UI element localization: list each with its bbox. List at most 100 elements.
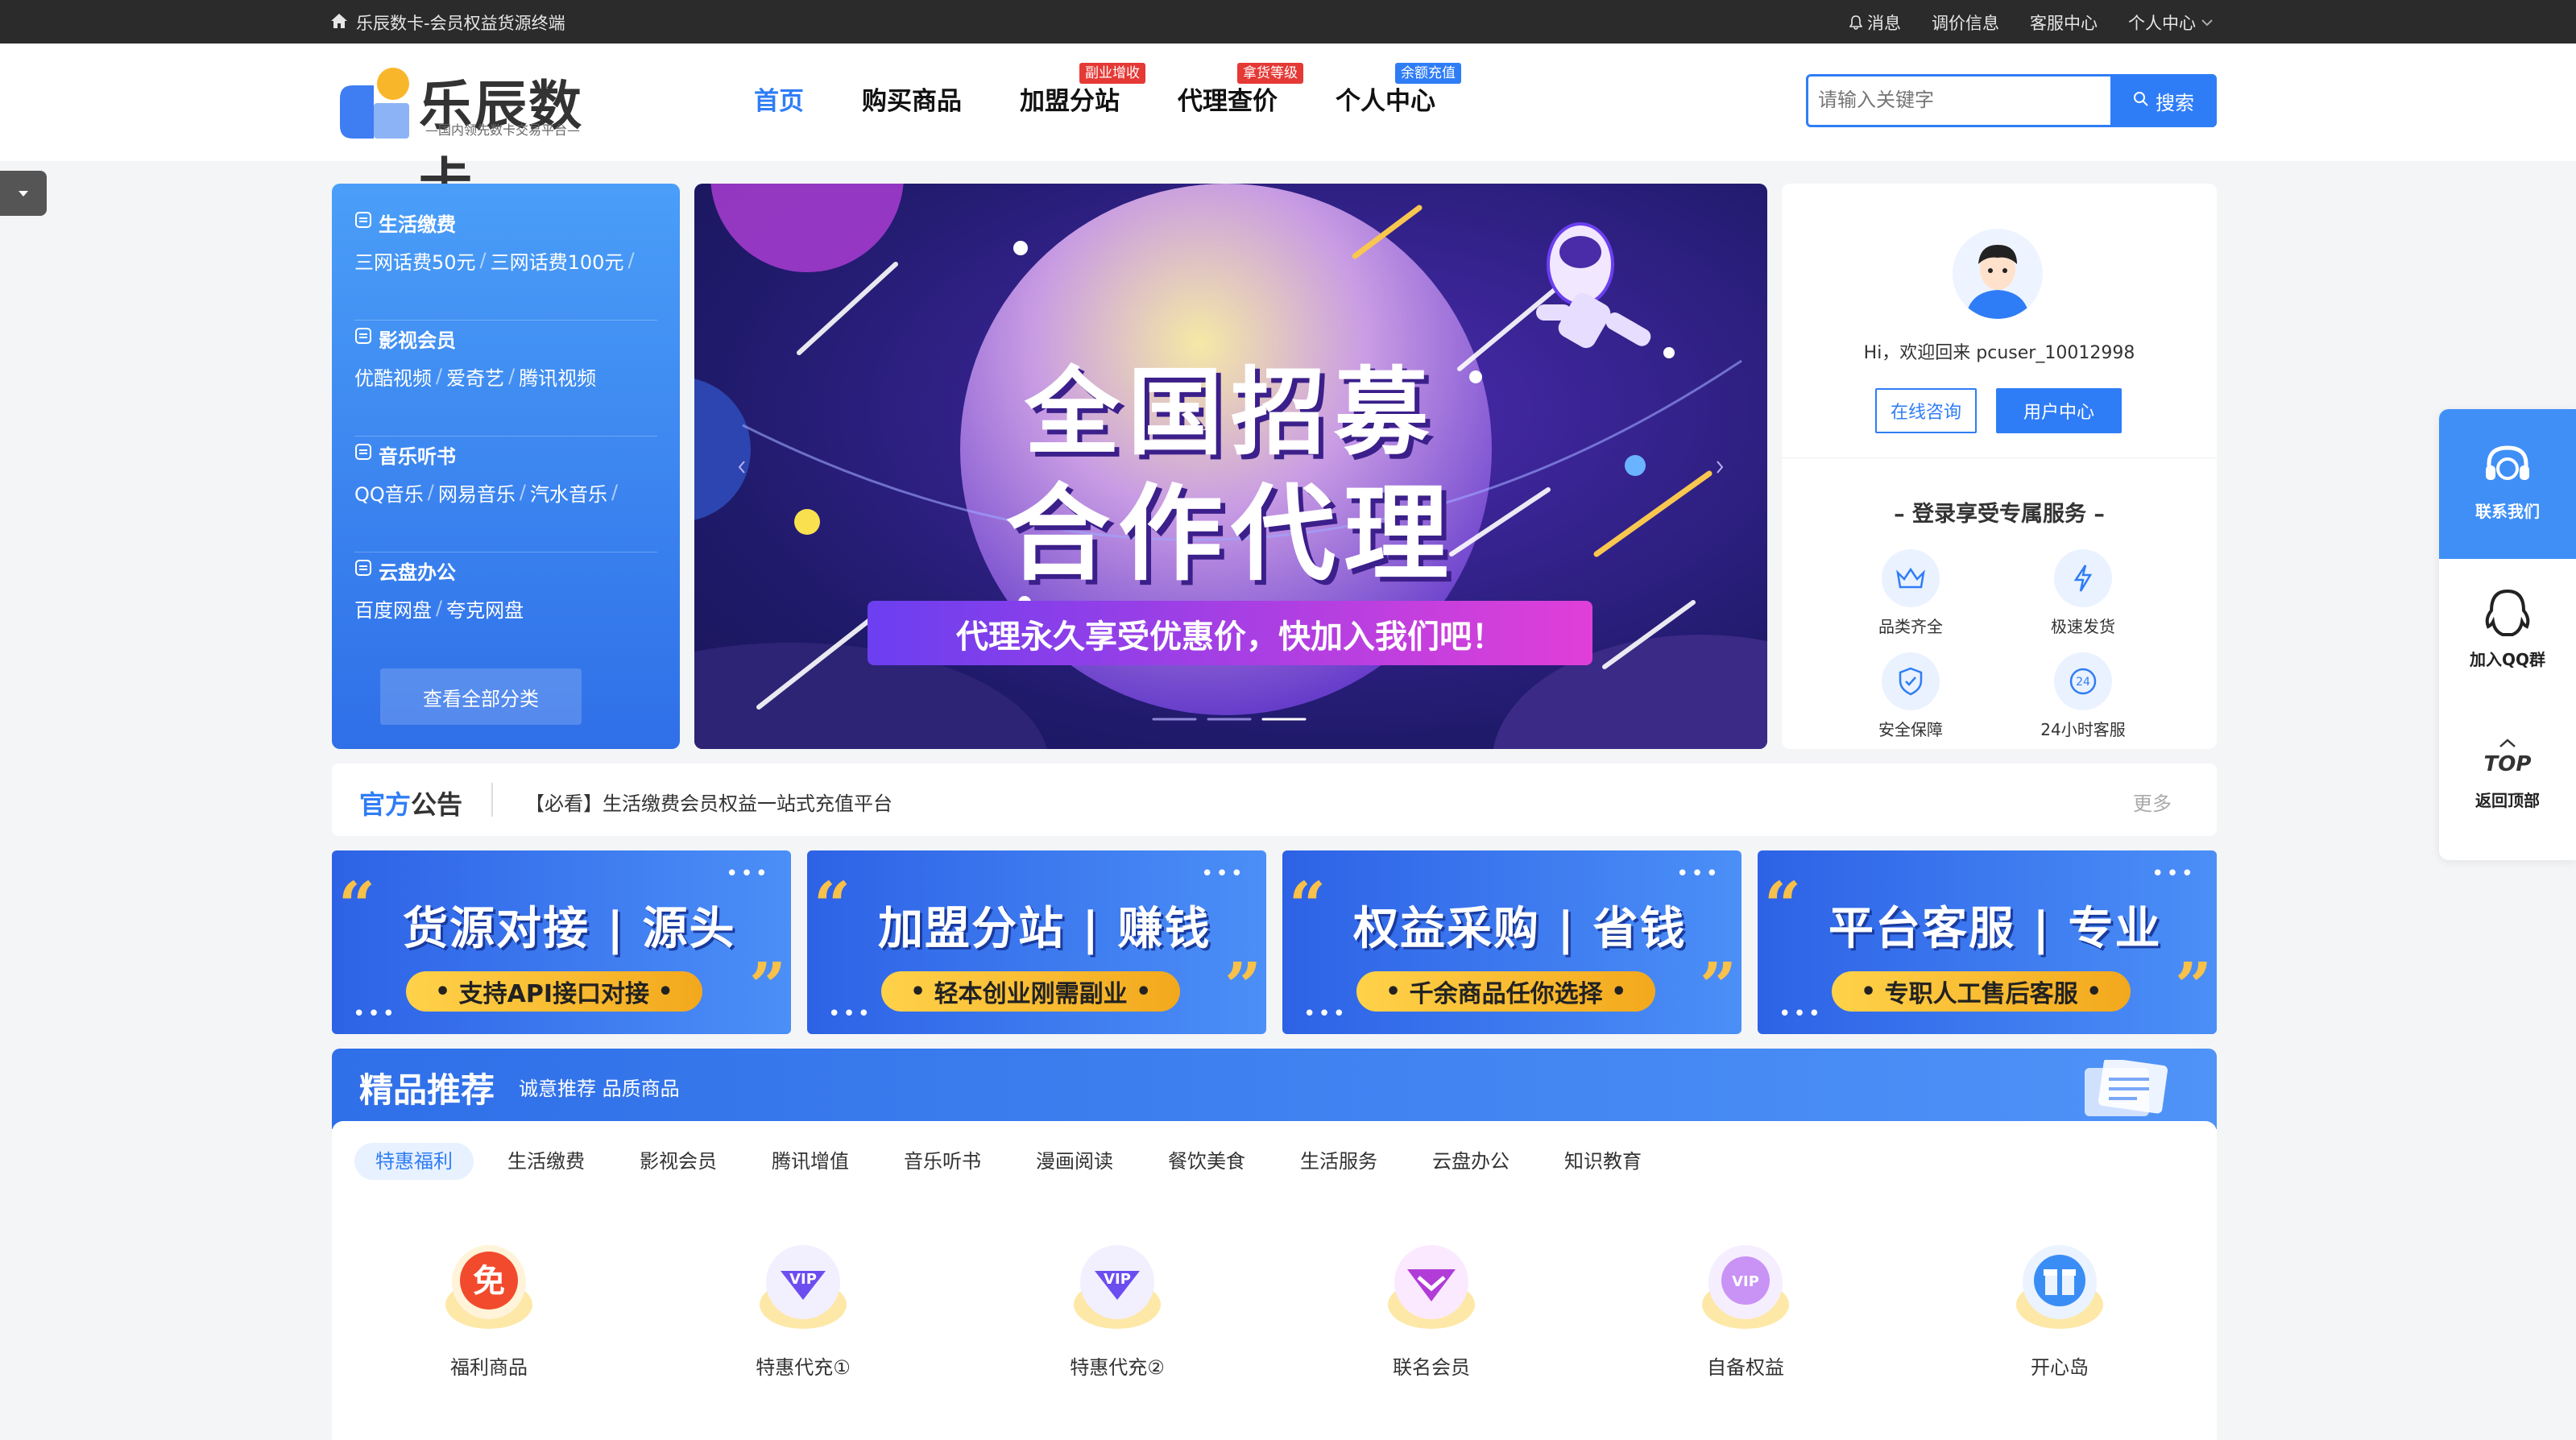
diamond-icon (1388, 1245, 1475, 1329)
product-item[interactable]: 联名会员 (1274, 1239, 1588, 1380)
category-link[interactable]: 三网话费100元 (491, 246, 624, 275)
price-adjust-link[interactable]: 调价信息 (1932, 10, 1999, 35)
nav-badge: 余额充值 (1395, 63, 1461, 84)
promo-heading: 加盟分站 | 赚钱 (878, 903, 1211, 955)
divider (491, 783, 493, 817)
category-title[interactable]: 生活缴费 (354, 205, 657, 240)
product-item[interactable]: 开心岛 (1903, 1239, 2217, 1380)
personal-center-link[interactable]: 个人中心 (2128, 10, 2214, 35)
promo-pill: • 专职人工售后客服 • (1832, 971, 2131, 1012)
main-nav: 首页 购买商品 加盟分站 副业增收 代理查价 拿货等级 个人中心 余额充值 (725, 63, 1464, 119)
nav-personal[interactable]: 个人中心 余额充值 (1307, 63, 1464, 119)
promo-card[interactable]: ••• ••• “” 加盟分站 | 赚钱 • 轻本创业刚需副业 • (807, 850, 1266, 1034)
banner-headline-2: 合作代理 (1004, 473, 1456, 595)
tab-tencent[interactable]: 腾讯增值 (751, 1143, 870, 1180)
feature-item: 安全保障 (1854, 652, 1967, 740)
nav-agent-price[interactable]: 代理查价 拿货等级 (1149, 63, 1307, 119)
astronaut-icon (1536, 222, 1651, 349)
quote-icon: “ (814, 867, 851, 943)
category-panel: 生活缴费 三网话费50元 / 三网话费100元 / 影视会员 优酷视频 / 爱奇艺 / … (332, 184, 680, 749)
promo-card[interactable]: ••• ••• “” 平台客服 | 专业 • 专职人工售后客服 • (1758, 850, 2217, 1034)
search-icon (2133, 89, 2149, 112)
qq-icon (2439, 559, 2576, 647)
list-icon (354, 443, 372, 466)
notice-text[interactable]: 【必看】生活缴费会员权益一站式充值平台 (525, 788, 892, 816)
category-link[interactable]: 夸克网盘 (446, 594, 524, 623)
product-item[interactable]: VIP 特惠代充① (646, 1239, 960, 1380)
category-link[interactable]: 汽水音乐 (530, 478, 607, 507)
join-qq-group-button[interactable]: 加入QQ群 (2439, 559, 2576, 709)
promo-pill: • 支持API接口对接 • (406, 971, 702, 1012)
quote-icon: “ (338, 867, 376, 943)
tab-life-service[interactable]: 生活服务 (1279, 1143, 1398, 1180)
svg-text:24: 24 (2076, 676, 2090, 689)
category-link[interactable]: 网易音乐 (438, 478, 516, 507)
banner-carousel[interactable]: 全国招募 合作代理 代理永久享受优惠价，快加入我们吧！ (694, 184, 1767, 749)
category-title[interactable]: 影视会员 (354, 321, 657, 356)
promo-heading: 权益采购 | 省钱 (1353, 903, 1687, 955)
tab-music[interactable]: 音乐听书 (883, 1143, 1002, 1180)
avatar[interactable] (1953, 229, 2043, 319)
top-links: 消息 调价信息 客服中心 个人中心 (1849, 10, 2214, 35)
promo-card[interactable]: ••• ••• “” 权益采购 | 省钱 • 千余商品任你选择 • (1282, 850, 1741, 1034)
gift-icon (2016, 1245, 2103, 1329)
caret-down-icon (17, 185, 30, 202)
nav-home[interactable]: 首页 (725, 84, 833, 119)
logo[interactable]: 乐辰数卡 —国内领先数卡交易平台— (337, 64, 627, 214)
feature-item: 极速发货 (2027, 549, 2139, 637)
notice-more-link[interactable]: 更多 (2133, 788, 2172, 816)
side-toggle-tab[interactable] (0, 171, 47, 216)
vip-icon: VIP (760, 1245, 847, 1329)
feature-item: 品类齐全 (1854, 549, 1967, 637)
category-title[interactable]: 云盘办公 (354, 552, 657, 588)
home-icon[interactable] (330, 13, 348, 33)
category-link[interactable]: 百度网盘 (354, 594, 432, 623)
product-item[interactable]: VIP 特惠代充② (960, 1239, 1274, 1380)
category-items: QQ音乐 / 网易音乐 / 汽水音乐 / (354, 472, 657, 512)
logo-slogan: —国内领先数卡交易平台— (425, 122, 581, 138)
svg-text:VIP: VIP (789, 1271, 817, 1288)
promo-pill: • 千余商品任你选择 • (1356, 971, 1656, 1012)
site-title-area: 乐辰数卡-会员权益货源终端 (330, 10, 565, 35)
tab-video[interactable]: 影视会员 (619, 1143, 738, 1180)
search-box: 搜索 (1806, 74, 2217, 127)
tab-food[interactable]: 餐饮美食 (1147, 1143, 1266, 1180)
tab-education[interactable]: 知识教育 (1543, 1143, 1663, 1180)
category-link[interactable]: 三网话费50元 (354, 246, 476, 275)
view-all-categories-button[interactable]: 查看全部分类 (380, 668, 582, 725)
quote-icon: ” (748, 948, 786, 1024)
tab-special[interactable]: 特惠福利 (354, 1143, 474, 1180)
product-item[interactable]: 免 福利商品 (332, 1239, 646, 1380)
back-to-top-button[interactable]: TOP 返回顶部 (2439, 709, 2576, 860)
banner-cta[interactable]: 代理永久享受优惠价，快加入我们吧！ (868, 610, 1592, 657)
category-link[interactable]: QQ音乐 (354, 478, 424, 507)
promo-card[interactable]: ••• ••• “” 货源对接 | 源头 • 支持API接口对接 • (332, 850, 791, 1034)
vip-icon: VIP (1702, 1245, 1789, 1329)
nav-franchise[interactable]: 加盟分站 副业增收 (991, 63, 1149, 119)
tab-comic[interactable]: 漫画阅读 (1015, 1143, 1134, 1180)
category-link[interactable]: 腾讯视频 (519, 362, 596, 391)
user-center-button[interactable]: 用户中心 (1996, 388, 2122, 433)
contact-us-button[interactable]: 联系我们 (2439, 409, 2576, 559)
search-button[interactable]: 搜索 (2110, 74, 2217, 127)
category-group: 生活缴费 三网话费50元 / 三网话费100元 / (354, 205, 657, 321)
tab-life-pay[interactable]: 生活缴费 (487, 1143, 606, 1180)
search-input[interactable] (1818, 83, 2100, 118)
nav-buy[interactable]: 购买商品 (833, 84, 991, 119)
messages-link[interactable]: 消息 (1849, 10, 1901, 35)
quote-icon: ” (1699, 948, 1737, 1024)
shield-icon (1882, 652, 1940, 710)
category-link[interactable]: 爱奇艺 (446, 362, 504, 391)
service-center-link[interactable]: 客服中心 (2030, 10, 2098, 35)
login-benefits-title: – 登录享受专属服务 – (1894, 502, 2105, 527)
recommend-title: 精品推荐 (359, 1070, 495, 1110)
tab-cloud[interactable]: 云盘办公 (1411, 1143, 1530, 1180)
category-link[interactable]: 优酷视频 (354, 362, 432, 391)
product-item[interactable]: VIP 自备权益 (1588, 1239, 1903, 1380)
category-title[interactable]: 音乐听书 (354, 437, 657, 472)
online-consult-button[interactable]: 在线咨询 (1875, 388, 1977, 433)
notice-bar: 官方公告 【必看】生活缴费会员权益一站式充值平台 更多 (332, 763, 2217, 836)
nav-badge: 拿货等级 (1237, 63, 1303, 84)
vip-icon: VIP (1074, 1245, 1161, 1329)
promo-heading: 平台客服 | 专业 (1828, 903, 2162, 955)
